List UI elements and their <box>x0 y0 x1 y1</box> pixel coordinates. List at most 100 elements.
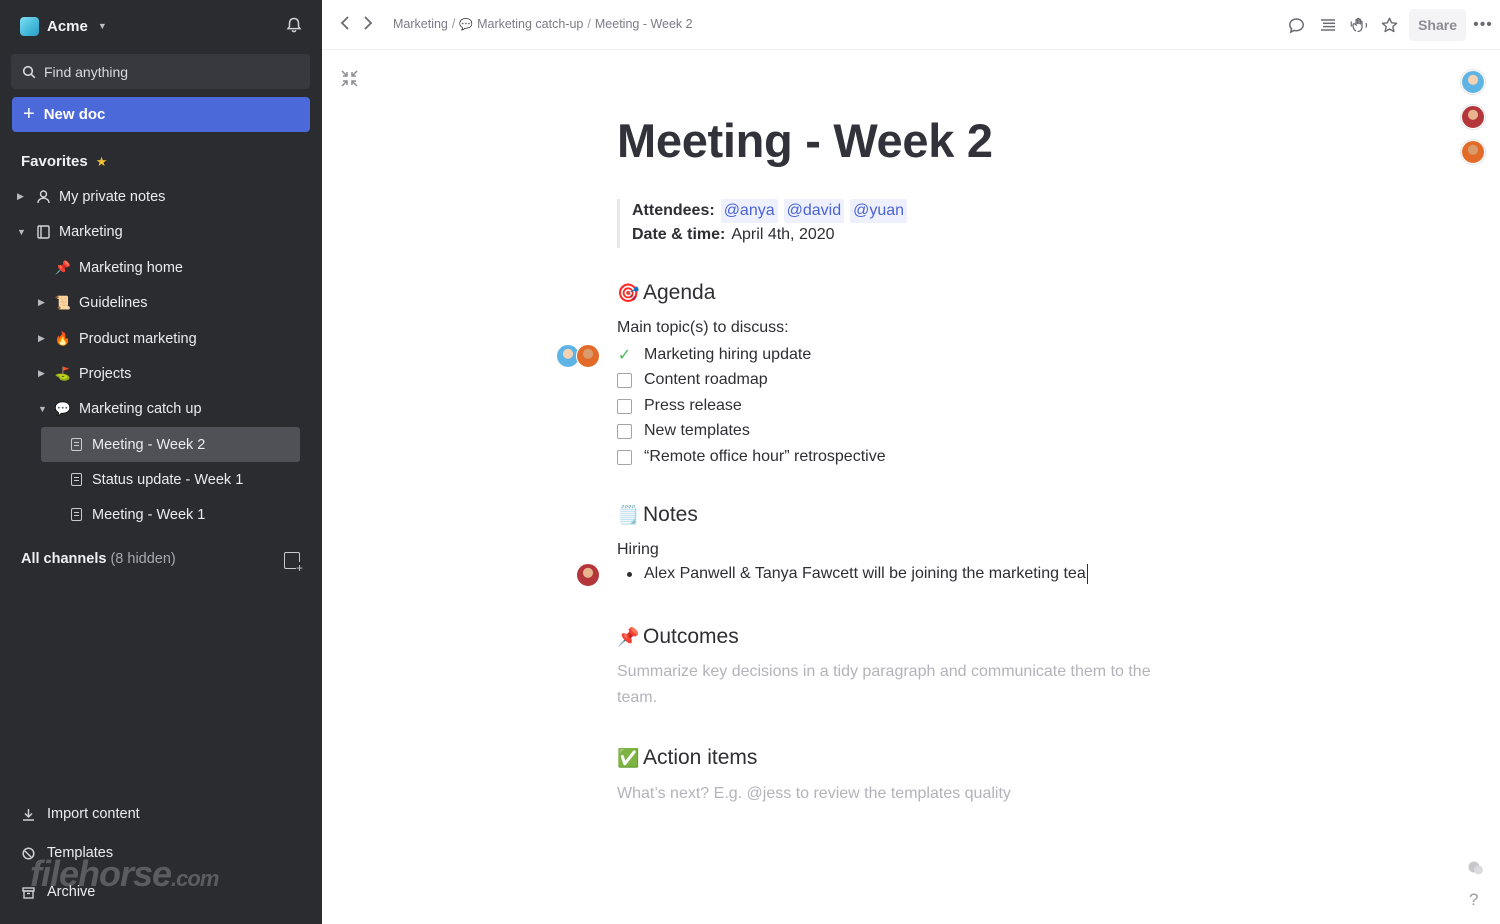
star-icon: ★ <box>95 153 108 169</box>
more-options-icon[interactable]: ••• <box>1466 16 1500 34</box>
favorites-header: Favorites ★ <box>21 153 107 170</box>
attendees-line: Attendees: @anya @david @yuan <box>632 199 908 223</box>
action-items-heading[interactable]: ✅ Action items <box>617 746 757 770</box>
golf-icon: ⛳ <box>54 365 72 381</box>
share-button[interactable]: Share <box>1409 9 1466 41</box>
search-icon <box>22 65 36 78</box>
agenda-heading[interactable]: 🎯 Agenda <box>617 281 715 305</box>
sidebar-item-label: Product marketing <box>79 330 197 347</box>
sidebar-item-label: Meeting - Week 2 <box>92 436 206 453</box>
workspace-switcher[interactable]: Acme ▼ <box>20 15 107 37</box>
sidebar-item-meeting-week-1[interactable]: Meeting - Week 1 <box>68 497 205 532</box>
collaborator-avatar[interactable] <box>1461 70 1485 94</box>
sidebar-item-projects[interactable]: ▶ ⛳ Projects <box>38 356 131 391</box>
date-value: April 4th, 2020 <box>731 226 835 243</box>
caret-right-icon[interactable]: ▶ <box>17 191 27 202</box>
mention-yuan[interactable]: @yuan <box>850 199 908 223</box>
bullet-text: Alex Panwell & Tanya Fawcett will be joi… <box>644 565 1086 583</box>
breadcrumb-separator: / <box>587 17 591 31</box>
caret-right-icon[interactable]: ▶ <box>38 368 48 379</box>
filehorse-watermark: filehorse.com <box>30 853 219 895</box>
help-button[interactable]: ? <box>1469 890 1478 910</box>
all-channels-header[interactable]: All channels (8 hidden) <box>21 551 176 567</box>
breadcrumb-marketing[interactable]: Marketing <box>393 17 448 31</box>
sidebar-item-my-private-notes[interactable]: ▶ My private notes <box>17 179 165 214</box>
top-bar: Marketing / 💬 Marketing catch-up / Meeti… <box>322 0 1500 50</box>
checkbox[interactable] <box>617 423 632 439</box>
breadcrumb-marketing-catch-up[interactable]: Marketing catch-up <box>477 17 583 31</box>
book-icon <box>35 224 51 240</box>
action-items-placeholder[interactable]: What’s next? E.g. @jess to review the te… <box>617 781 1177 807</box>
page-title[interactable]: Meeting - Week 2 <box>617 113 993 168</box>
date-line: Date & time: April 4th, 2020 <box>632 223 907 247</box>
checkbox[interactable] <box>617 449 632 465</box>
find-anything-search[interactable]: Find anything <box>11 54 310 89</box>
collaborator-avatar[interactable] <box>576 344 600 368</box>
outcomes-heading[interactable]: 📌 Outcomes <box>617 625 739 649</box>
sidebar-item-label: Meeting - Week 1 <box>92 506 206 523</box>
outcomes-placeholder[interactable]: Summarize key decisions in a tidy paragr… <box>617 659 1177 711</box>
todo-text: “Remote office hour” retrospective <box>644 448 886 465</box>
collaborator-avatar[interactable] <box>576 563 600 587</box>
todo-item[interactable]: ✓ Marketing hiring update <box>617 344 811 366</box>
all-channels-label: All channels <box>21 551 107 567</box>
action-items-heading-text: Action items <box>643 746 758 769</box>
outline-icon[interactable] <box>1312 10 1343 40</box>
caret-down-icon[interactable]: ▼ <box>17 227 27 237</box>
check-box-icon: ✅ <box>617 747 640 768</box>
sidebar-item-status-update-week-1[interactable]: Status update - Week 1 <box>68 462 243 497</box>
star-outline-icon[interactable] <box>1374 10 1405 40</box>
import-content-label: Import content <box>47 806 140 822</box>
todo-item[interactable]: New templates <box>617 420 750 442</box>
sidebar-item-label: Status update - Week 1 <box>92 471 244 488</box>
plus-icon: + <box>23 102 35 125</box>
checkbox[interactable] <box>617 372 632 388</box>
meeting-info-quote[interactable]: Attendees: @anya @david @yuan Date & tim… <box>617 199 908 248</box>
hidden-count: (8 hidden) <box>110 551 176 567</box>
breadcrumb: Marketing / 💬 Marketing catch-up / Meeti… <box>393 17 693 31</box>
mention-anya[interactable]: @anya <box>720 199 778 223</box>
date-label: Date & time: <box>632 226 726 243</box>
todo-item[interactable]: Content roadmap <box>617 369 768 391</box>
caret-right-icon[interactable]: ▶ <box>38 333 48 344</box>
new-channel-icon[interactable] <box>284 552 304 574</box>
sidebar-item-guidelines[interactable]: ▶ 📜 Guidelines <box>38 285 148 320</box>
sidebar-item-label: Marketing catch up <box>79 400 202 417</box>
list-item[interactable]: Alex Panwell & Tanya Fawcett will be joi… <box>627 564 1089 584</box>
new-doc-button[interactable]: + New doc <box>12 97 310 132</box>
collapse-icon[interactable] <box>341 70 358 87</box>
caret-right-icon[interactable]: ▶ <box>38 297 48 308</box>
bell-icon[interactable] <box>285 16 303 34</box>
notes-subheading[interactable]: Hiring <box>617 541 659 559</box>
caret-down-icon[interactable]: ▼ <box>38 404 48 414</box>
sidebar-item-label: Guidelines <box>79 294 148 311</box>
comment-icon[interactable] <box>1281 10 1312 40</box>
mention-david[interactable]: @david <box>783 199 845 223</box>
sidebar-item-meeting-week-2[interactable]: Meeting - Week 2 <box>41 427 300 462</box>
collaborator-avatar[interactable] <box>1461 140 1485 164</box>
breadcrumb-separator: / <box>451 17 456 31</box>
back-arrow-icon[interactable] <box>340 15 350 36</box>
chat-bubbles-icon[interactable] <box>1467 860 1485 876</box>
watermark-text: filehorse <box>30 853 172 894</box>
wave-hand-icon[interactable] <box>1343 10 1374 40</box>
chevron-down-icon: ▼ <box>97 21 107 31</box>
fire-icon: 🔥 <box>54 330 72 346</box>
todo-item[interactable]: Press release <box>617 395 742 417</box>
notes-heading[interactable]: 🗒️ Notes <box>617 503 698 527</box>
import-content-button[interactable]: Import content <box>22 806 140 822</box>
todo-text: Content roadmap <box>644 371 768 388</box>
search-label: Find anything <box>44 63 129 80</box>
sidebar-item-marketing-home[interactable]: 📌 Marketing home <box>55 250 183 285</box>
forward-arrow-icon[interactable] <box>363 15 373 36</box>
text-cursor <box>1086 564 1089 584</box>
checkmark-icon[interactable]: ✓ <box>617 347 632 364</box>
checkbox[interactable] <box>617 398 632 414</box>
agenda-intro[interactable]: Main topic(s) to discuss: <box>617 319 789 337</box>
notepad-icon: 🗒️ <box>617 504 640 525</box>
sidebar-item-product-marketing[interactable]: ▶ 🔥 Product marketing <box>38 321 197 356</box>
sidebar-item-marketing-catch-up[interactable]: ▼ 💬 Marketing catch up <box>38 391 202 426</box>
collaborator-avatar[interactable] <box>1461 105 1485 129</box>
todo-item[interactable]: “Remote office hour” retrospective <box>617 446 886 468</box>
sidebar-item-marketing[interactable]: ▼ Marketing <box>17 214 123 249</box>
